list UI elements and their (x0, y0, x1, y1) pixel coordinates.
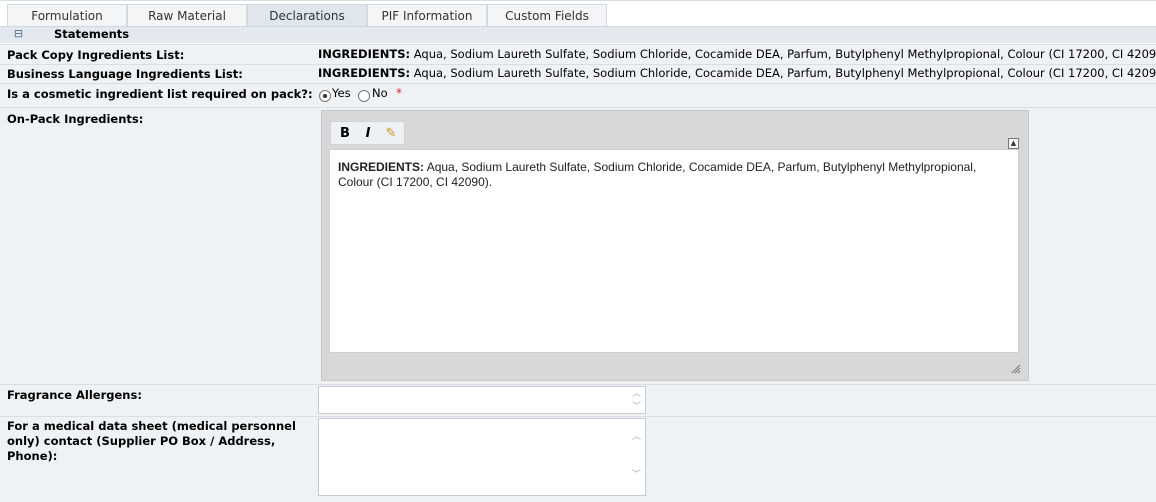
pack-copy-value: INGREDIENTS: Aqua, Sodium Laureth Sulfat… (318, 47, 1156, 61)
tab-raw-material[interactable]: Raw Material (127, 4, 247, 27)
scroll-up-icon[interactable]: ︿ (628, 388, 645, 400)
medical-contact-label-line2: only) contact (Supplier PO Box / Address… (7, 434, 276, 448)
italic-button[interactable]: I (360, 126, 376, 142)
pack-copy-label: Pack Copy Ingredients List: (7, 48, 185, 62)
medical-contact-scrollbar[interactable]: ︿ ﹀ (628, 419, 645, 495)
editor-toolbar: B I ✎ (330, 121, 405, 145)
medical-contact-label-line3: Phone): (7, 449, 58, 463)
fragrance-scrollbar[interactable]: ︿ ﹀ (628, 387, 645, 413)
medical-contact-input[interactable]: ︿ ﹀ (318, 418, 646, 496)
section-title: Statements (54, 27, 130, 41)
editor-collapse-button[interactable]: ▲ (1008, 138, 1019, 149)
scroll-up-icon[interactable]: ︿ (628, 431, 645, 443)
tab-custom-fields[interactable]: Custom Fields (487, 4, 607, 27)
cosmetic-list-required-label: Is a cosmetic ingredient list required o… (7, 87, 313, 101)
pack-copy-row: Pack Copy Ingredients List: INGREDIENTS:… (0, 44, 1156, 64)
tab-bar: Formulation Raw Material Declarations PI… (0, 0, 1156, 27)
scroll-down-icon[interactable]: ﹀ (628, 469, 645, 481)
on-pack-label: On-Pack Ingredients: (7, 112, 144, 126)
fragrance-allergens-input[interactable]: ︿ ﹀ (318, 386, 646, 414)
spellcheck-button[interactable]: ✎ (383, 126, 399, 142)
required-marker: * (396, 86, 402, 100)
tab-formulation[interactable]: Formulation (7, 4, 127, 27)
resize-handle-icon[interactable] (1009, 362, 1021, 374)
tab-pif-information[interactable]: PIF Information (367, 4, 487, 27)
scroll-down-icon[interactable]: ﹀ (628, 401, 645, 413)
bold-button[interactable]: B (337, 126, 353, 142)
radio-yes-label: Yes (332, 86, 351, 100)
business-language-row: Business Language Ingredients List: INGR… (0, 64, 1156, 83)
section-header: ⊟ Statements (0, 26, 1156, 43)
fragrance-allergens-label: Fragrance Allergens: (7, 388, 142, 402)
on-pack-editor-content[interactable]: INGREDIENTS: Aqua, Sodium Laureth Sulfat… (329, 149, 1019, 353)
business-language-value: INGREDIENTS: Aqua, Sodium Laureth Sulfat… (318, 66, 1156, 80)
tab-declarations[interactable]: Declarations (247, 4, 367, 27)
on-pack-editor: B I ✎ ▲ INGREDIENTS: Aqua, Sodium Lauret… (321, 110, 1029, 381)
collapse-section-icon[interactable]: ⊟ (13, 28, 24, 40)
business-language-label: Business Language Ingredients List: (7, 67, 243, 81)
cosmetic-list-required-row: Is a cosmetic ingredient list required o… (0, 83, 1156, 107)
radio-yes[interactable] (319, 90, 331, 102)
medical-contact-label-line1: For a medical data sheet (medical person… (7, 419, 296, 433)
radio-no[interactable] (358, 90, 370, 102)
radio-no-label: No (372, 86, 388, 100)
